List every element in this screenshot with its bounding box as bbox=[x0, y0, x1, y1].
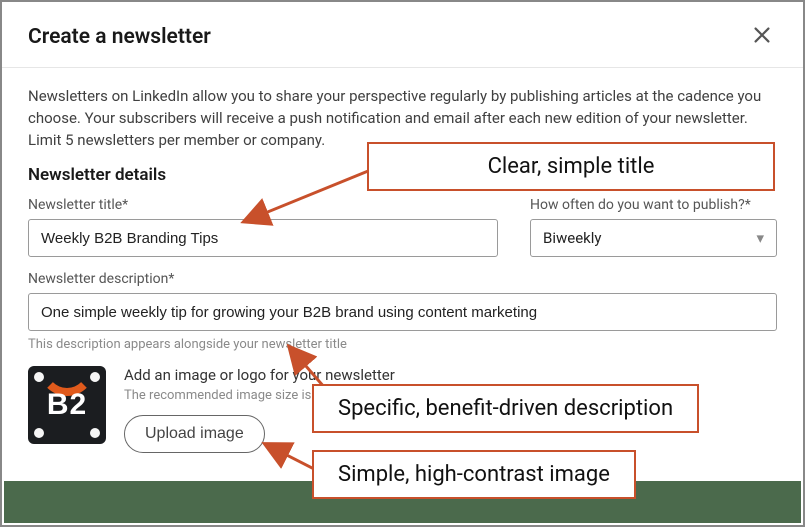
annotation-image: Simple, high-contrast image bbox=[312, 450, 636, 499]
frequency-label: How often do you want to publish?* bbox=[530, 197, 777, 213]
description-label: Newsletter description* bbox=[28, 271, 777, 287]
chevron-down-icon: ▾ bbox=[756, 229, 764, 247]
frequency-select[interactable]: Biweekly ▾ bbox=[530, 219, 777, 257]
close-icon bbox=[751, 24, 773, 46]
upload-image-button[interactable]: Upload image bbox=[124, 415, 265, 453]
logo-thumbnail: B2 bbox=[28, 366, 106, 444]
title-label: Newsletter title* bbox=[28, 197, 498, 213]
modal-frame: { "header": { "title": "Create a newslet… bbox=[0, 0, 805, 527]
logo-thumbnail-text: B2 bbox=[47, 388, 87, 422]
image-line1: Add an image or logo for your newsletter bbox=[124, 366, 777, 384]
description-helper: This description appears alongside your … bbox=[28, 337, 777, 352]
modal-title: Create a newsletter bbox=[28, 25, 211, 49]
modal-header: Create a newsletter bbox=[2, 2, 803, 68]
annotation-description: Specific, benefit-driven description bbox=[312, 384, 699, 433]
field-publish-frequency: How often do you want to publish?* Biwee… bbox=[530, 197, 777, 257]
field-newsletter-title: Newsletter title* bbox=[28, 197, 498, 257]
title-input[interactable] bbox=[28, 219, 498, 257]
field-newsletter-description: Newsletter description* This description… bbox=[28, 271, 777, 352]
close-button[interactable] bbox=[747, 20, 777, 53]
description-input[interactable] bbox=[28, 293, 777, 331]
annotation-title: Clear, simple title bbox=[367, 142, 775, 191]
frequency-value: Biweekly bbox=[543, 229, 602, 247]
row-title-frequency: Newsletter title* How often do you want … bbox=[28, 197, 777, 257]
